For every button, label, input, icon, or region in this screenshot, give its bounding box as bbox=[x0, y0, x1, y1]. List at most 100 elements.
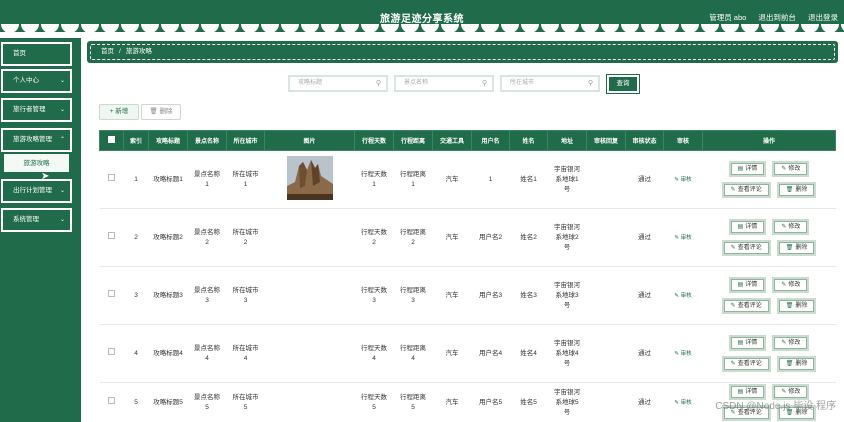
sidebar-item-system-management[interactable]: 系统管理 ⌄ bbox=[1, 208, 72, 232]
column-header: 交通工具 bbox=[432, 130, 472, 151]
days-cell: 行程天数 2 bbox=[354, 208, 394, 267]
detail-button[interactable]: ▤ 详情 bbox=[728, 161, 767, 177]
document-icon: ▤ bbox=[737, 166, 744, 172]
guide-title-search-input[interactable]: 攻略标题 ⚲ bbox=[288, 75, 388, 92]
image-cell bbox=[264, 324, 355, 383]
trash-icon: 🗑 bbox=[785, 361, 794, 367]
detail-button[interactable]: ▤ 详情 bbox=[728, 335, 767, 351]
audit-link[interactable]: ✎ 审核 bbox=[674, 351, 691, 357]
guide-table: 索引 攻略标题 景点名称 所在城市 图片 行程天数 行程距离 交通工具 用户名 … bbox=[99, 130, 836, 422]
delete-row-button[interactable]: 🗑 删除 bbox=[776, 356, 817, 372]
breadcrumb-home[interactable]: 首页 bbox=[101, 48, 114, 55]
delete-row-button[interactable]: 🗑 删除 bbox=[776, 182, 817, 198]
row-checkbox[interactable] bbox=[108, 348, 115, 355]
spot-cell: 景点名称 4 bbox=[187, 324, 227, 383]
view-comments-button[interactable]: ✎ 查看评论 bbox=[721, 356, 771, 372]
detail-label: 详情 bbox=[745, 340, 758, 346]
audit-cell: ✎ 审核 bbox=[663, 150, 703, 209]
edit-button[interactable]: ✎ 修改 bbox=[772, 161, 810, 177]
row-select-cell bbox=[99, 266, 124, 325]
document-icon: ▤ bbox=[737, 389, 744, 395]
title-cell: 攻略标题4 bbox=[148, 324, 188, 383]
edit-button[interactable]: ✎ 修改 bbox=[772, 219, 810, 235]
row-checkbox[interactable] bbox=[108, 397, 115, 404]
audit-label: 审核 bbox=[680, 176, 692, 183]
reply-cell bbox=[586, 324, 626, 383]
delete-row-button[interactable]: 🗑 删除 bbox=[776, 240, 817, 256]
edit-button[interactable]: ✎ 修改 bbox=[772, 277, 810, 293]
sidebar-item-trip-plan-management[interactable]: 出行计划管理 ⌄ bbox=[1, 179, 72, 203]
sidebar-item-label: 旅游攻略管理 bbox=[13, 136, 52, 143]
edit-button[interactable]: ✎ 修改 bbox=[772, 335, 810, 351]
spot-name-search-input[interactable]: 景点名称 ⚲ bbox=[394, 75, 494, 92]
row-checkbox[interactable] bbox=[108, 290, 115, 297]
row-checkbox[interactable] bbox=[108, 174, 115, 181]
column-header: 用户名 bbox=[471, 130, 510, 151]
document-icon: ▤ bbox=[737, 224, 744, 230]
top-header: 旅游足迹分享系统 管理员 abo 退出到前台 退出登录 bbox=[0, 0, 844, 34]
search-icon: ⚲ bbox=[481, 80, 487, 87]
view-comments-label: 查看评论 bbox=[737, 245, 762, 251]
audit-link[interactable]: ✎ 审核 bbox=[674, 177, 691, 183]
column-header: 审核 bbox=[663, 130, 703, 151]
row-select-cell bbox=[99, 382, 124, 422]
view-comments-label: 查看评论 bbox=[737, 361, 762, 367]
select-all-checkbox[interactable] bbox=[108, 136, 115, 143]
edit-label: 修改 bbox=[788, 166, 801, 172]
sidebar-item-traveler-management[interactable]: 旅行者管理 ⌄ bbox=[1, 98, 72, 122]
batch-delete-button[interactable]: 🗑 删除 bbox=[141, 104, 181, 120]
guide-image[interactable] bbox=[286, 155, 333, 200]
logout-link[interactable]: 退出登录 bbox=[808, 13, 838, 22]
sidebar-subitem-travel-guide[interactable]: 旅游攻略 bbox=[3, 153, 70, 173]
breadcrumb-separator: / bbox=[119, 48, 121, 55]
status-cell: 通过 bbox=[625, 208, 664, 267]
audit-cell: ✎ 审核 bbox=[663, 208, 703, 267]
view-comments-button[interactable]: ✎ 查看评论 bbox=[721, 182, 771, 198]
status-cell: 通过 bbox=[625, 324, 664, 383]
reply-cell bbox=[586, 150, 626, 209]
spot-cell: 景点名称 2 bbox=[187, 208, 227, 267]
operations-cell: ▤ 详情 ✎ 修改 ✎ 查看评论 🗑 删除 bbox=[702, 324, 836, 383]
detail-button[interactable]: ▤ 详情 bbox=[728, 219, 767, 235]
edit-label: 修改 bbox=[788, 340, 801, 346]
sidebar-item-label: 出行计划管理 bbox=[13, 187, 52, 194]
sidebar-item-personal-center[interactable]: 个人中心 ⌄ bbox=[1, 69, 72, 93]
back-to-frontend-link[interactable]: 退出到前台 bbox=[758, 13, 796, 22]
sidebar-item-guide-management[interactable]: 旅游攻略管理 ⌃ bbox=[1, 128, 72, 152]
chevron-down-icon: ⌄ bbox=[59, 78, 65, 84]
audit-link[interactable]: ✎ 审核 bbox=[674, 293, 691, 299]
name-cell: 姓名1 bbox=[509, 150, 548, 209]
username-cell: 用户名5 bbox=[471, 382, 510, 422]
name-cell: 姓名2 bbox=[509, 208, 548, 267]
row-select-cell bbox=[99, 324, 124, 383]
trash-icon: 🗑 bbox=[149, 108, 158, 115]
view-comments-button[interactable]: ✎ 查看评论 bbox=[721, 240, 771, 256]
distance-cell: 行程距离 3 bbox=[393, 266, 433, 325]
column-header: 攻略标题 bbox=[148, 130, 188, 151]
delete-row-button[interactable]: 🗑 删除 bbox=[776, 298, 817, 314]
detail-button[interactable]: ▤ 详情 bbox=[728, 277, 767, 293]
breadcrumb-current: 旅游攻略 bbox=[125, 48, 152, 55]
add-button[interactable]: + 新增 bbox=[99, 104, 139, 120]
index-cell: 2 bbox=[123, 208, 149, 267]
search-icon: ⚲ bbox=[375, 80, 381, 87]
trash-icon: 🗑 bbox=[785, 303, 794, 309]
title-cell: 攻略标题3 bbox=[148, 266, 188, 325]
address-cell: 宇宙银河 系地球3 号 bbox=[547, 266, 587, 325]
view-comments-button[interactable]: ✎ 查看评论 bbox=[721, 298, 771, 314]
sidebar-item-home[interactable]: 首页 bbox=[1, 42, 72, 66]
detail-label: 详情 bbox=[745, 224, 758, 230]
city-search-input[interactable]: 所在城市 ⚲ bbox=[500, 75, 600, 92]
username-cell: 1 bbox=[471, 150, 510, 209]
audit-link[interactable]: ✎ 审核 bbox=[674, 400, 691, 406]
trash-icon: 🗑 bbox=[785, 187, 794, 193]
audit-link[interactable]: ✎ 审核 bbox=[674, 235, 691, 241]
title-cell: 攻略标题5 bbox=[148, 382, 188, 422]
delete-label: 删除 bbox=[795, 361, 808, 367]
city-cell: 所在城市 3 bbox=[226, 266, 265, 325]
row-checkbox[interactable] bbox=[108, 232, 115, 239]
image-cell bbox=[264, 208, 355, 267]
search-button[interactable]: 查询 bbox=[606, 74, 640, 94]
pen-icon: ✎ bbox=[730, 361, 736, 367]
detail-label: 详情 bbox=[745, 389, 758, 395]
